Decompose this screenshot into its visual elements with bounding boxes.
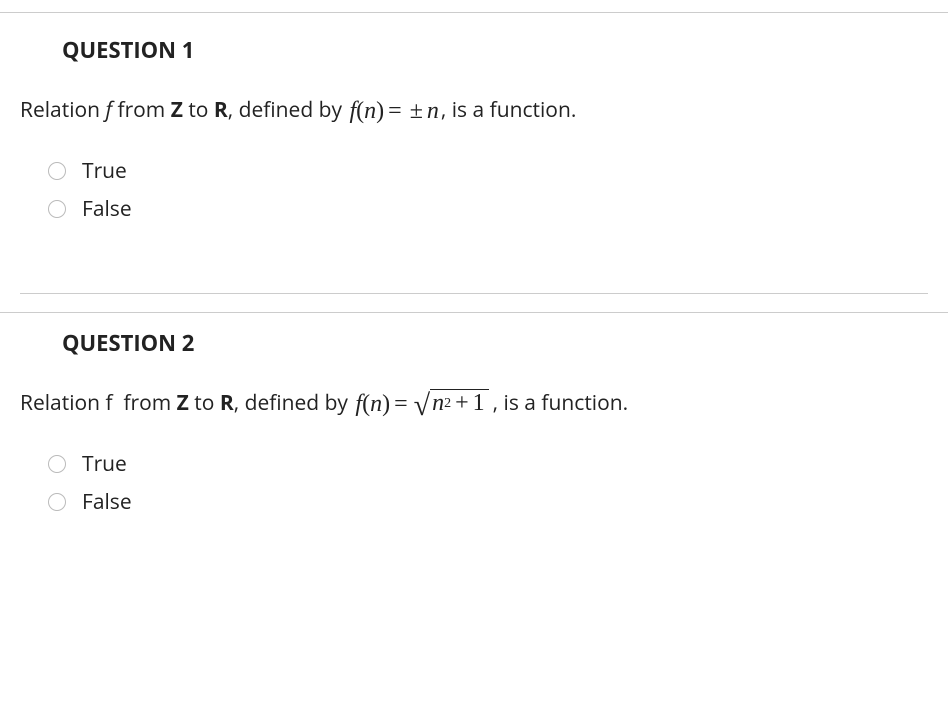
math-rparen: ) — [382, 386, 390, 422]
math-expression: f ( n ) = √ n 2 + 1 — [353, 386, 492, 422]
prompt-text: , defined by — [228, 95, 348, 127]
option-label: True — [82, 450, 127, 478]
options-group: True False — [48, 450, 928, 516]
question-title: QUESTION 1 — [62, 35, 928, 65]
math-eq: = — [384, 93, 406, 129]
prompt-text: Relation — [20, 95, 105, 127]
option-false[interactable]: False — [48, 195, 928, 223]
prompt-set-r: R — [214, 95, 228, 127]
prompt-text: from — [118, 95, 171, 127]
math-n: n — [427, 93, 439, 129]
math-n: n — [432, 390, 444, 416]
question-prompt: Relation f from Z to R , defined by f ( … — [20, 386, 928, 422]
math-expression: f ( n ) = ± n — [347, 93, 440, 129]
option-label: False — [82, 195, 132, 223]
math-sqrt: √ n 2 + 1 — [414, 390, 489, 417]
sqrt-content: n 2 + 1 — [430, 389, 489, 416]
math-exp: 2 — [444, 396, 451, 411]
prompt-set-z: Z — [171, 95, 183, 127]
option-false[interactable]: False — [48, 488, 928, 516]
radio-icon[interactable] — [48, 493, 66, 511]
math-lparen: ( — [362, 386, 370, 422]
math-plus: + — [451, 390, 473, 416]
prompt-text: to — [183, 95, 214, 127]
prompt-text: , is a function. — [441, 95, 576, 127]
sqrt-sign-icon: √ — [414, 395, 430, 416]
question-title: QUESTION 2 — [62, 328, 928, 358]
radio-icon[interactable] — [48, 162, 66, 180]
prompt-text: , defined by — [234, 388, 354, 420]
prompt-text: Relation f from — [20, 388, 177, 420]
prompt-set-r: R — [220, 388, 234, 420]
prompt-text: , is a function. — [493, 388, 628, 420]
option-label: False — [82, 488, 132, 516]
question-2: QUESTION 2 Relation f from Z to R , defi… — [0, 313, 948, 561]
divider — [20, 293, 928, 294]
math-n: n — [370, 386, 382, 422]
options-group: True False — [48, 157, 928, 223]
option-label: True — [82, 157, 127, 185]
math-rparen: ) — [376, 93, 384, 129]
prompt-set-z: Z — [177, 388, 189, 420]
math-pm: ± — [406, 93, 427, 129]
math-eq: = — [390, 386, 412, 422]
math-f: f — [349, 93, 356, 129]
question-1: QUESTION 1 Relation f from Z to R , defi… — [0, 13, 948, 268]
option-true[interactable]: True — [48, 450, 928, 478]
math-f: f — [355, 386, 362, 422]
radio-icon[interactable] — [48, 200, 66, 218]
prompt-text: to — [189, 388, 220, 420]
option-true[interactable]: True — [48, 157, 928, 185]
math-one: 1 — [473, 390, 485, 416]
math-lparen: ( — [356, 93, 364, 129]
math-n: n — [364, 93, 376, 129]
prompt-var: f — [105, 95, 117, 127]
radio-icon[interactable] — [48, 455, 66, 473]
question-prompt: Relation f from Z to R , defined by f ( … — [20, 93, 928, 129]
